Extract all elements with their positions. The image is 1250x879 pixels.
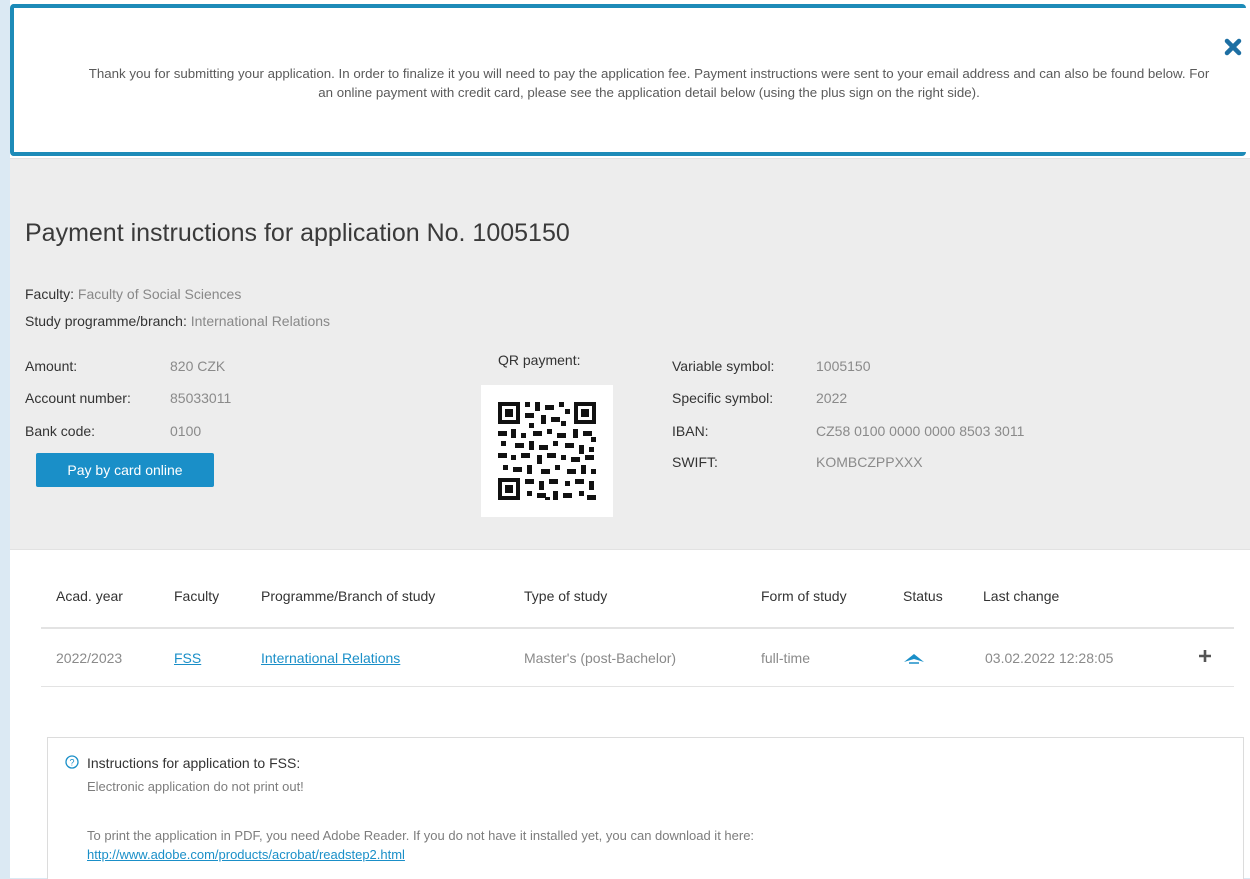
iban-label: IBAN: xyxy=(672,423,709,439)
iban-value: CZ58 0100 0000 0000 8503 3011 xyxy=(816,423,1025,439)
instructions-line-1: Electronic application do not print out! xyxy=(87,779,304,794)
close-icon[interactable] xyxy=(1222,36,1244,58)
variable-symbol-label: Variable symbol: xyxy=(672,358,775,374)
header-programme: Programme/Branch of study xyxy=(261,588,436,604)
svg-text:?: ? xyxy=(69,757,74,767)
header-last-change: Last change xyxy=(983,588,1060,604)
instructions-box: ? Instructions for application to FSS: E… xyxy=(47,737,1244,879)
faculty-label: Faculty: xyxy=(25,286,75,302)
account-number-value: 85033011 xyxy=(170,390,232,406)
header-faculty: Faculty xyxy=(174,588,220,604)
programme-link[interactable]: International Relations xyxy=(261,650,400,666)
bank-code-label: Bank code: xyxy=(25,423,96,439)
account-number-label: Account number: xyxy=(25,390,131,406)
pay-by-card-button[interactable]: Pay by card online xyxy=(36,453,214,487)
bank-code-value: 0100 xyxy=(170,423,202,439)
cell-programme: International Relations xyxy=(261,650,400,666)
plus-icon[interactable] xyxy=(1197,648,1213,664)
question-circle-icon: ? xyxy=(65,755,79,769)
payment-title: Payment instructions for application No.… xyxy=(25,219,570,247)
programme-label: Study programme/branch: xyxy=(25,313,187,329)
plane-icon xyxy=(903,652,925,668)
payment-panel: Payment instructions for application No.… xyxy=(10,158,1250,550)
faculty-row: Faculty: Faculty of Social Sciences xyxy=(25,286,241,302)
programme-value: International Relations xyxy=(190,313,331,329)
cell-last-change: 03.02.2022 12:28:05 xyxy=(985,650,1114,666)
cell-faculty: FSS xyxy=(174,650,201,666)
alert-message: Thank you for submitting your applicatio… xyxy=(88,66,1210,100)
cell-acad-year: 2022/2023 xyxy=(56,650,123,666)
swift-label: SWIFT: xyxy=(672,454,718,470)
row-divider xyxy=(41,686,1234,687)
header-divider xyxy=(41,627,1234,629)
cell-type-of-study: Master's (post-Bachelor) xyxy=(524,650,677,666)
success-alert: Thank you for submitting your applicatio… xyxy=(10,4,1246,156)
instructions-title: Instructions for application to FSS: xyxy=(87,755,301,771)
instructions-line-2: To print the application in PDF, you nee… xyxy=(87,828,755,843)
header-form-of-study: Form of study xyxy=(761,588,847,604)
amount-label: Amount: xyxy=(25,358,78,374)
faculty-link[interactable]: FSS xyxy=(174,650,201,666)
variable-symbol-value: 1005150 xyxy=(816,358,871,374)
specific-symbol-value: 2022 xyxy=(816,390,848,406)
page: Thank you for submitting your applicatio… xyxy=(10,0,1250,879)
qr-payment-label: QR payment: xyxy=(498,352,581,368)
programme-row: Study programme/branch: International Re… xyxy=(25,313,330,329)
header-status: Status xyxy=(903,588,943,604)
cell-form-of-study: full-time xyxy=(761,650,811,666)
header-acad-year: Acad. year xyxy=(56,588,123,604)
specific-symbol-label: Specific symbol: xyxy=(672,390,774,406)
swift-value: KOMBCZPPXXX xyxy=(816,454,923,470)
amount-value: 820 CZK xyxy=(170,358,226,374)
qr-code xyxy=(481,385,613,517)
header-type-of-study: Type of study xyxy=(524,588,608,604)
adobe-reader-link[interactable]: http://www.adobe.com/products/acrobat/re… xyxy=(87,847,405,862)
faculty-value: Faculty of Social Sciences xyxy=(77,286,242,302)
